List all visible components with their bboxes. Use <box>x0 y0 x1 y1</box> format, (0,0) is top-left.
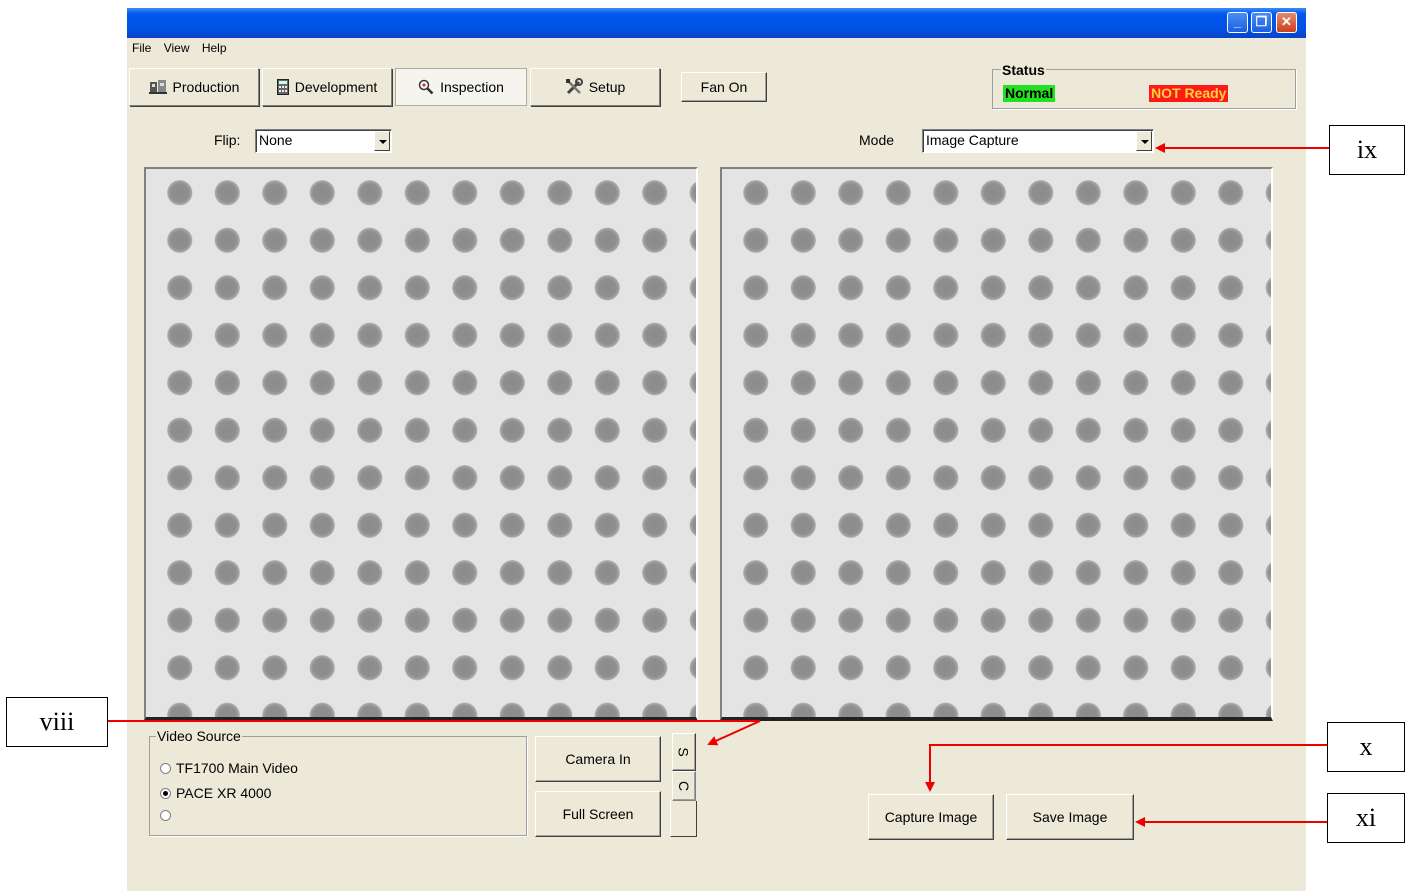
maximize-button[interactable]: ❐ <box>1251 12 1272 33</box>
callout-x: x <box>1327 722 1405 772</box>
mode-label: Mode <box>859 132 895 148</box>
callout-ix: ix <box>1329 125 1405 175</box>
tab-setup-label: Setup <box>588 79 626 95</box>
save-image-label: Save Image <box>1032 809 1108 825</box>
tools-icon <box>565 78 583 95</box>
fan-on-button[interactable]: Fan On <box>681 72 767 102</box>
status-label: Status <box>1001 62 1046 78</box>
chevron-down-icon[interactable] <box>1136 131 1152 151</box>
menu-file[interactable]: File <box>132 38 151 58</box>
status-not-ready-badge: NOT Ready <box>1149 85 1229 102</box>
menu-view[interactable]: View <box>164 38 190 58</box>
callout-xi: xi <box>1327 793 1405 843</box>
flip-value: None <box>259 132 293 148</box>
tab-setup[interactable]: Setup <box>530 68 660 106</box>
mode-value: Image Capture <box>926 132 1019 148</box>
side-tab-c-label: C <box>676 780 692 792</box>
callout-x-label: x <box>1359 732 1373 761</box>
tab-inspection[interactable]: Inspection <box>395 68 527 106</box>
radio-circle-icon <box>160 810 171 821</box>
capture-image-button[interactable]: Capture Image <box>868 794 994 840</box>
radio-selected-icon <box>160 787 171 799</box>
minimize-button[interactable]: _ <box>1227 12 1248 33</box>
tab-production-label: Production <box>172 79 240 95</box>
full-screen-label: Full Screen <box>562 806 634 822</box>
camera-in-label: Camera In <box>565 751 631 767</box>
radio-pace-label: PACE XR 4000 <box>176 785 272 801</box>
mode-select[interactable]: Image Capture <box>922 129 1154 153</box>
application-window: _ ❐ ✕ File View Help Production Developm… <box>127 8 1306 891</box>
tab-inspection-label: Inspection <box>440 79 504 95</box>
captured-image-view <box>720 167 1273 721</box>
radio-third-source[interactable] <box>160 810 176 821</box>
full-screen-button[interactable]: Full Screen <box>535 791 661 837</box>
live-image-view <box>144 167 698 721</box>
radio-tf1700[interactable]: TF1700 Main Video <box>160 760 298 776</box>
side-tab-s-label: S <box>676 747 692 757</box>
flip-label: Flip: <box>214 132 241 148</box>
side-tab-panel <box>670 801 697 837</box>
video-source-group: Video Source TF1700 Main Video PACE XR 4… <box>149 728 527 836</box>
flip-select[interactable]: None <box>255 129 392 153</box>
radio-circle-icon <box>160 762 171 774</box>
camera-in-button[interactable]: Camera In <box>535 736 661 782</box>
menu-help[interactable]: Help <box>202 38 227 58</box>
production-icon <box>148 80 167 94</box>
radio-pace-xr4000[interactable]: PACE XR 4000 <box>160 785 271 801</box>
magnifier-icon <box>418 79 434 95</box>
title-bar: _ ❐ ✕ <box>127 8 1306 38</box>
chevron-down-icon[interactable] <box>374 131 390 151</box>
callout-viii: viii <box>6 697 108 747</box>
save-image-button[interactable]: Save Image <box>1006 794 1134 840</box>
menu-bar: File View Help <box>127 38 1306 58</box>
capture-image-label: Capture Image <box>884 809 978 825</box>
calculator-icon <box>276 79 289 95</box>
callout-xi-label: xi <box>1355 803 1377 832</box>
video-source-label: Video Source <box>156 728 242 744</box>
close-button[interactable]: ✕ <box>1276 12 1297 33</box>
tab-development[interactable]: Development <box>262 68 392 106</box>
status-normal-badge: Normal <box>1003 85 1056 102</box>
callout-ix-label: ix <box>1356 135 1378 164</box>
tab-production[interactable]: Production <box>129 68 259 106</box>
side-tab-c[interactable]: C <box>672 771 696 801</box>
callout-viii-label: viii <box>39 707 75 736</box>
status-group: Status Normal NOT Ready <box>992 62 1296 109</box>
fan-on-label: Fan On <box>700 79 748 95</box>
side-tab-s[interactable]: S <box>672 733 696 771</box>
tab-development-label: Development <box>294 79 378 95</box>
radio-tf1700-label: TF1700 Main Video <box>176 760 298 776</box>
